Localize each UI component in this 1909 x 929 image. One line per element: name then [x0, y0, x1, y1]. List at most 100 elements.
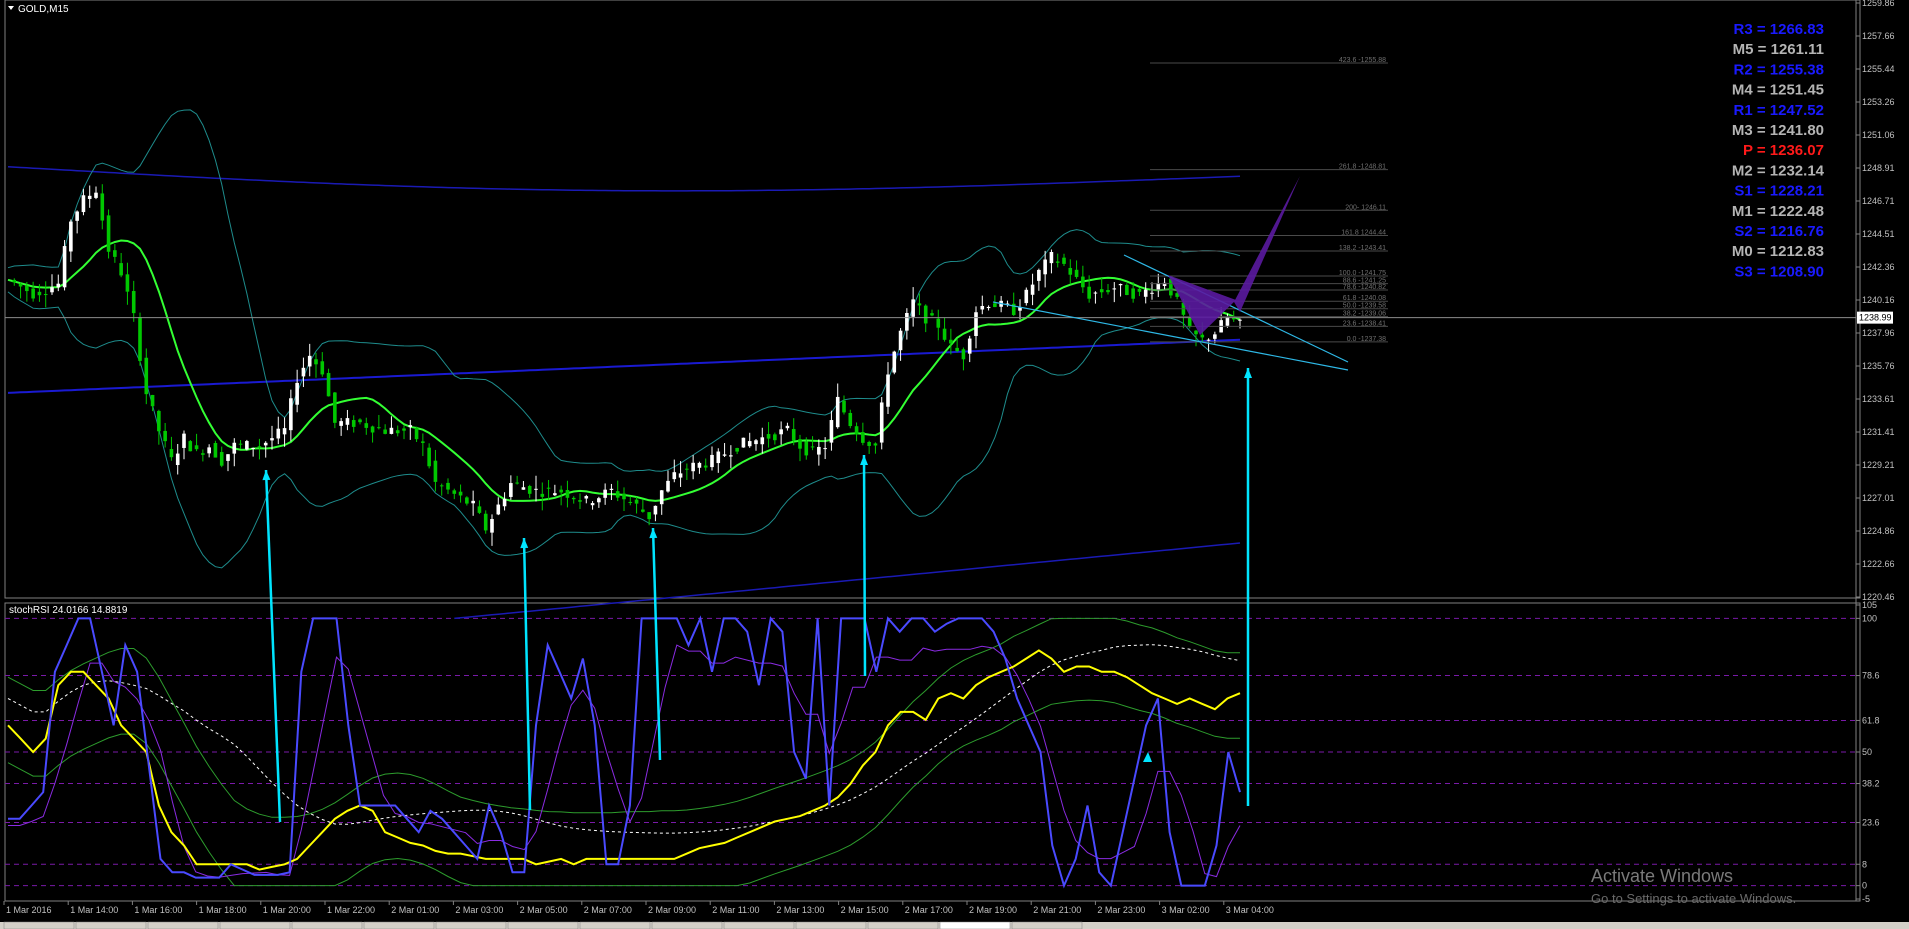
price-tick-label: 1227.01: [1862, 493, 1895, 503]
fib-label: 0.0 -1237.38: [1347, 336, 1386, 343]
candle-body: [226, 454, 230, 461]
candle-body: [1024, 289, 1029, 304]
candle-body: [188, 441, 193, 452]
candle-body: [1043, 259, 1047, 275]
chart-tab[interactable]: [435, 921, 507, 929]
candle-body: [559, 489, 563, 493]
candle-body: [402, 428, 406, 431]
pivot-label: S2 = 1216.76: [1734, 223, 1824, 240]
chart-tab[interactable]: [579, 921, 651, 929]
candle-body: [1187, 317, 1192, 327]
candle-body: [584, 496, 589, 499]
price-axis: 1259.86 1257.66 1255.44 1253.26 1251.06 1248.…: [1856, 0, 1895, 602]
candle-body: [56, 283, 61, 288]
price-tick-label: 1235.76: [1862, 361, 1895, 371]
candle-body: [496, 504, 501, 515]
time-tick-label: 3 Mar 02:00: [1162, 905, 1210, 915]
candle-body: [747, 441, 752, 447]
time-tick-label: 1 Mar 22:00: [327, 905, 375, 915]
candle-body: [18, 283, 23, 287]
candle-body: [622, 493, 626, 500]
candle-body: [911, 299, 915, 317]
indicator-tick-label: 105: [1862, 600, 1877, 610]
candle-body: [125, 274, 130, 292]
fib-label: 261.8 -1248.81: [1339, 164, 1386, 171]
candle-body: [628, 501, 633, 503]
time-tick-label: 2 Mar 17:00: [905, 905, 953, 915]
chart-tab[interactable]: [795, 921, 867, 929]
candle-body: [955, 347, 959, 351]
chart-tab[interactable]: [651, 921, 723, 929]
candle-body: [433, 460, 438, 482]
chart-title: GOLD,M15: [18, 4, 69, 15]
candle-body: [113, 250, 117, 257]
candle-body: [578, 500, 582, 502]
price-tick-label: 1231.41: [1862, 427, 1895, 437]
candle-body: [829, 420, 834, 443]
candle-body: [175, 453, 180, 466]
candle-body: [389, 427, 394, 434]
price-tick-label: 1242.36: [1862, 262, 1895, 272]
chart-tab[interactable]: [219, 921, 291, 929]
candle-body: [12, 279, 17, 283]
chart-tab[interactable]: [1011, 921, 1083, 929]
chart-tab[interactable]: [723, 921, 795, 929]
chart-tab[interactable]: [939, 921, 1011, 929]
indicator-tick-label: 78.6: [1862, 671, 1880, 681]
candle-body: [817, 446, 821, 455]
candle-body: [1238, 319, 1242, 321]
candle-body: [1225, 316, 1230, 326]
candle-body: [697, 462, 702, 468]
candle-body: [905, 313, 909, 331]
candle-body: [150, 394, 155, 407]
chart-tab[interactable]: [3, 921, 75, 929]
watermark-subtitle: Go to Settings to activate Windows.: [1591, 891, 1796, 906]
candle-body: [446, 482, 450, 490]
candle-body: [408, 425, 413, 428]
fib-label: 50.0 -1239.58: [1343, 303, 1386, 310]
indicator-tick-label: 61.8: [1862, 715, 1880, 725]
candle-body: [333, 392, 337, 423]
candle-body: [1206, 339, 1211, 341]
candle-body: [314, 359, 318, 365]
candle-body: [421, 441, 425, 443]
candle-body: [465, 497, 469, 504]
candle-body: [590, 503, 595, 506]
chart-tab[interactable]: [507, 921, 579, 929]
candle-body: [270, 438, 274, 441]
fib-label: 138.2 -1243.41: [1339, 245, 1386, 252]
time-tick-label: 1 Mar 16:00: [134, 905, 182, 915]
candle-body: [358, 419, 362, 423]
candle-body: [936, 318, 941, 328]
candle-body: [50, 287, 54, 293]
candle-body: [201, 453, 205, 455]
candle-body: [609, 488, 614, 490]
price-tick-label: 1233.61: [1862, 394, 1895, 404]
candle-body: [364, 423, 369, 428]
candle-body: [967, 338, 972, 354]
time-tick-label: 2 Mar 03:00: [455, 905, 503, 915]
candle-body: [163, 430, 167, 442]
chart-tab[interactable]: [363, 921, 435, 929]
candle-body: [779, 429, 783, 435]
candle-body: [276, 428, 281, 439]
candle-body: [138, 316, 142, 361]
candle-body: [1055, 261, 1060, 263]
candle-body: [452, 490, 457, 494]
candle-body: [307, 355, 312, 367]
chart-tab[interactable]: [291, 921, 363, 929]
candle-body: [898, 330, 903, 351]
chart-tab[interactable]: [75, 921, 147, 929]
pivot-label: M2 = 1232.14: [1732, 162, 1825, 179]
candle-body: [653, 505, 658, 515]
candle-body: [565, 489, 570, 498]
chart-tab[interactable]: [867, 921, 939, 929]
candle-body: [69, 221, 73, 252]
fib-label: 100.0 -1241.75: [1339, 270, 1386, 277]
candle-body: [703, 465, 708, 468]
main-pane[interactable]: [4, 0, 1861, 599]
chart-tab[interactable]: [147, 921, 219, 929]
chart-tabs[interactable]: [3, 921, 1083, 929]
candle-body: [710, 454, 714, 468]
candle-body: [760, 437, 765, 445]
